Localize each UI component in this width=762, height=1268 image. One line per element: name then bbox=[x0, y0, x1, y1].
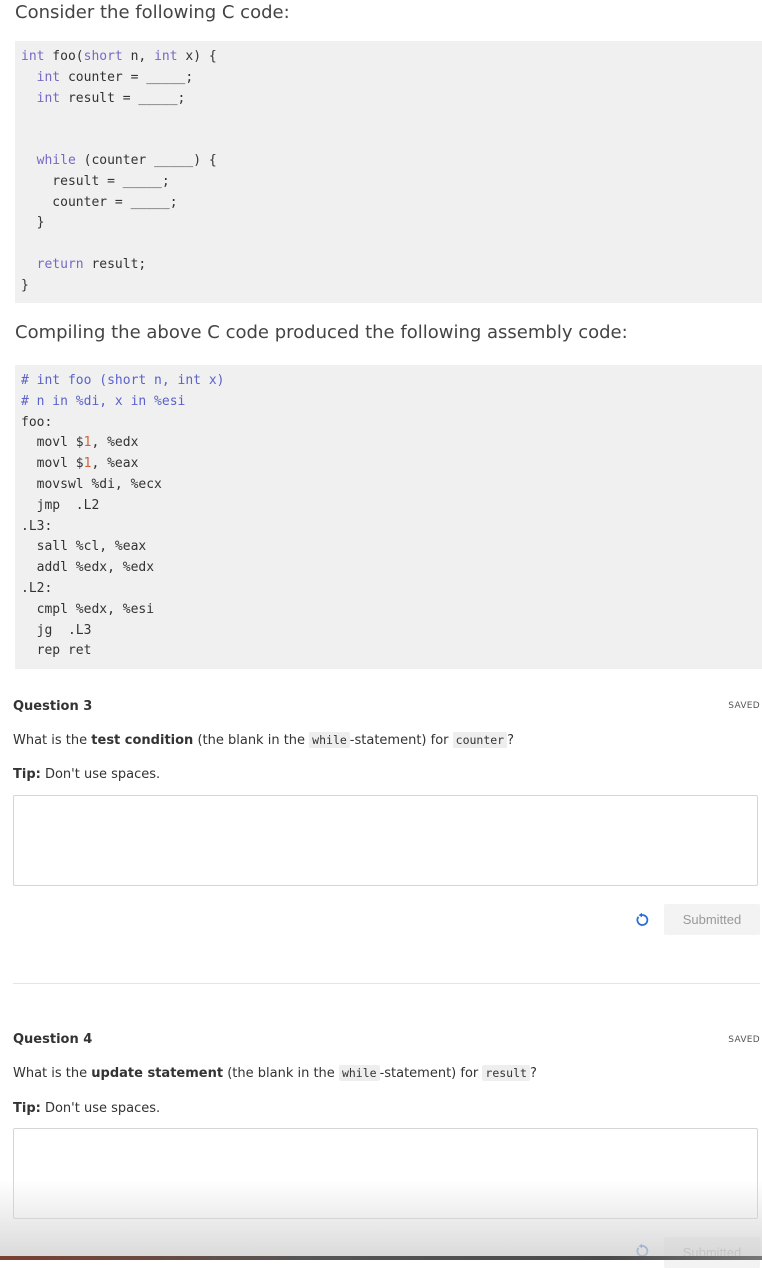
code-line: counter = _____; bbox=[21, 194, 178, 210]
asm-code-block: # int foo (short n, int x) # n in %di, x … bbox=[15, 365, 762, 669]
question-3-title: Question 3 bbox=[13, 699, 93, 714]
asm-line: cmpl %edx, %esi bbox=[21, 601, 155, 617]
question-3-status: SAVED bbox=[728, 701, 760, 711]
question-4-answer-input[interactable] bbox=[13, 1128, 758, 1219]
code-line: } bbox=[21, 277, 29, 293]
question-4-submit-button[interactable]: Submitted bbox=[664, 1237, 760, 1268]
code-line: } bbox=[21, 215, 45, 231]
asm-line: movl $1, %eax bbox=[21, 456, 139, 472]
asm-line: rep ret bbox=[21, 643, 92, 659]
asm-line: .L3: bbox=[21, 518, 53, 534]
asm-line: movswl %di, %ecx bbox=[21, 476, 162, 492]
asm-line: foo: bbox=[21, 414, 53, 430]
bottom-bar bbox=[0, 1256, 762, 1260]
question-4-status: SAVED bbox=[728, 1035, 760, 1045]
code-line: int counter = _____; bbox=[36, 69, 194, 85]
reset-icon[interactable] bbox=[634, 912, 650, 928]
asm-line: .L2: bbox=[21, 580, 53, 596]
asm-line: jg .L3 bbox=[21, 622, 92, 638]
asm-line: addl %edx, %edx bbox=[21, 560, 155, 576]
question-3-tip: Tip: Don't use spaces. bbox=[13, 767, 161, 782]
question-4-title: Question 4 bbox=[13, 1032, 93, 1047]
code-line: int result = _____; bbox=[36, 90, 186, 106]
asm-line: # int foo (short n, int x) bbox=[21, 373, 225, 388]
c-code-block: int foo(short n, int x) { int counter = … bbox=[15, 41, 762, 303]
asm-line: # n in %di, x in %esi bbox=[21, 393, 186, 409]
question-divider bbox=[13, 983, 760, 984]
code-line: result = _____; bbox=[21, 173, 170, 189]
code-line: int foo(short n, int x) { bbox=[21, 49, 217, 64]
question-4-tip: Tip: Don't use spaces. bbox=[13, 1101, 161, 1116]
asm-line: movl $1, %edx bbox=[21, 435, 139, 451]
code-line: while (counter _____) { bbox=[36, 152, 217, 168]
code-line: return result; bbox=[36, 256, 147, 272]
intro-heading: Consider the following C code: bbox=[15, 2, 290, 23]
asm-line: jmp .L2 bbox=[21, 497, 100, 513]
question-3-text: What is the test condition (the blank in… bbox=[13, 732, 515, 748]
question-3-submit-button[interactable]: Submitted bbox=[664, 904, 760, 935]
question-4-text: What is the update statement (the blank … bbox=[13, 1065, 537, 1081]
asm-heading: Compiling the above C code produced the … bbox=[15, 322, 628, 343]
asm-line: sall %cl, %eax bbox=[21, 539, 147, 555]
question-3-answer-input[interactable] bbox=[13, 795, 758, 886]
